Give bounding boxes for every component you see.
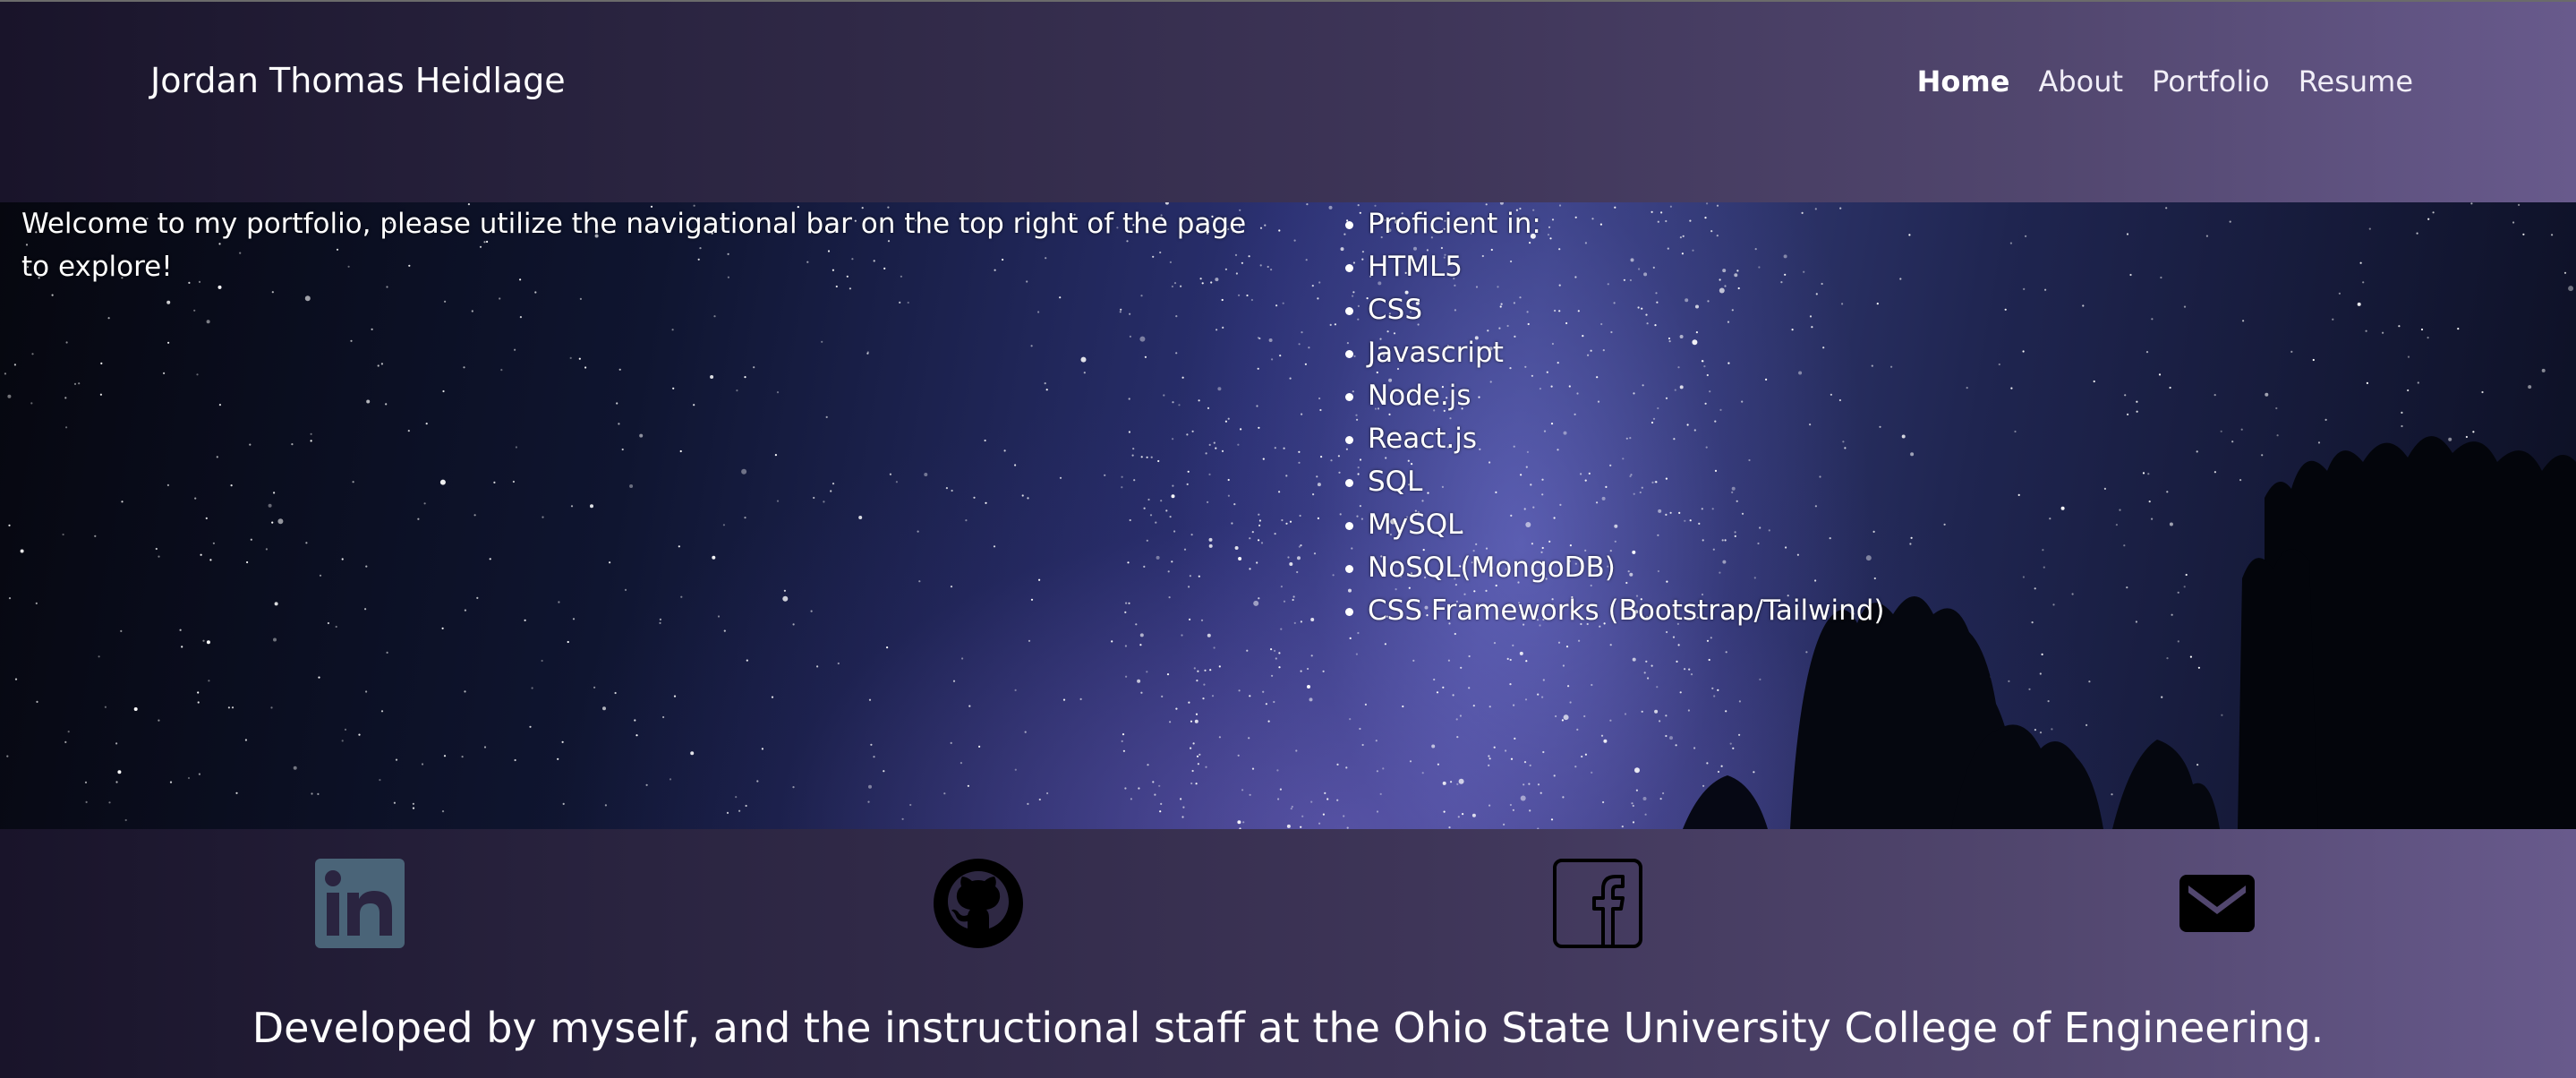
list-item: Proficient in:: [1368, 202, 1885, 245]
welcome-message: Welcome to my portfolio, please utilize …: [21, 208, 1247, 283]
tree-silhouette: [1683, 436, 2576, 829]
page: Jordan Thomas Heidlage Home About Portfo…: [0, 0, 2576, 1078]
list-item: Node.js: [1368, 374, 1885, 417]
skills-list: Proficient in: HTML5 CSS Javascript Node…: [1332, 202, 1885, 632]
github-icon: [934, 859, 1023, 948]
nav-home-link[interactable]: Home: [1917, 63, 2010, 100]
list-item: CSS Frameworks (Bootstrap/Tailwind): [1368, 589, 1885, 632]
github-link[interactable]: [933, 858, 1024, 949]
main-nav: Home About Portfolio Resume: [1917, 63, 2413, 100]
footer-credit: Developed by myself, and the instruction…: [252, 1004, 2324, 1052]
nav-portfolio-link[interactable]: Portfolio: [2152, 63, 2270, 100]
hero-section: Welcome to my portfolio, please utilize …: [0, 202, 2576, 829]
list-item: NoSQL(MongoDB): [1368, 546, 1885, 589]
list-item: SQL: [1368, 460, 1885, 503]
list-item: React.js: [1368, 417, 1885, 460]
site-header: Jordan Thomas Heidlage Home About Portfo…: [0, 0, 2576, 202]
linkedin-link[interactable]: [314, 858, 405, 949]
site-footer: Developed by myself, and the instruction…: [0, 829, 2576, 1078]
email-link[interactable]: [2171, 858, 2263, 949]
email-icon: [2179, 875, 2255, 932]
site-name: Jordan Thomas Heidlage: [150, 61, 566, 100]
nav-about-link[interactable]: About: [2038, 63, 2123, 100]
list-item: CSS: [1368, 288, 1885, 331]
list-item: HTML5: [1368, 245, 1885, 288]
list-item: Javascript: [1368, 331, 1885, 374]
facebook-link[interactable]: [1552, 858, 1643, 949]
linkedin-icon: [315, 859, 405, 948]
list-item: MySQL: [1368, 503, 1885, 546]
facebook-icon: [1553, 859, 1642, 948]
nav-resume-link[interactable]: Resume: [2299, 63, 2413, 100]
